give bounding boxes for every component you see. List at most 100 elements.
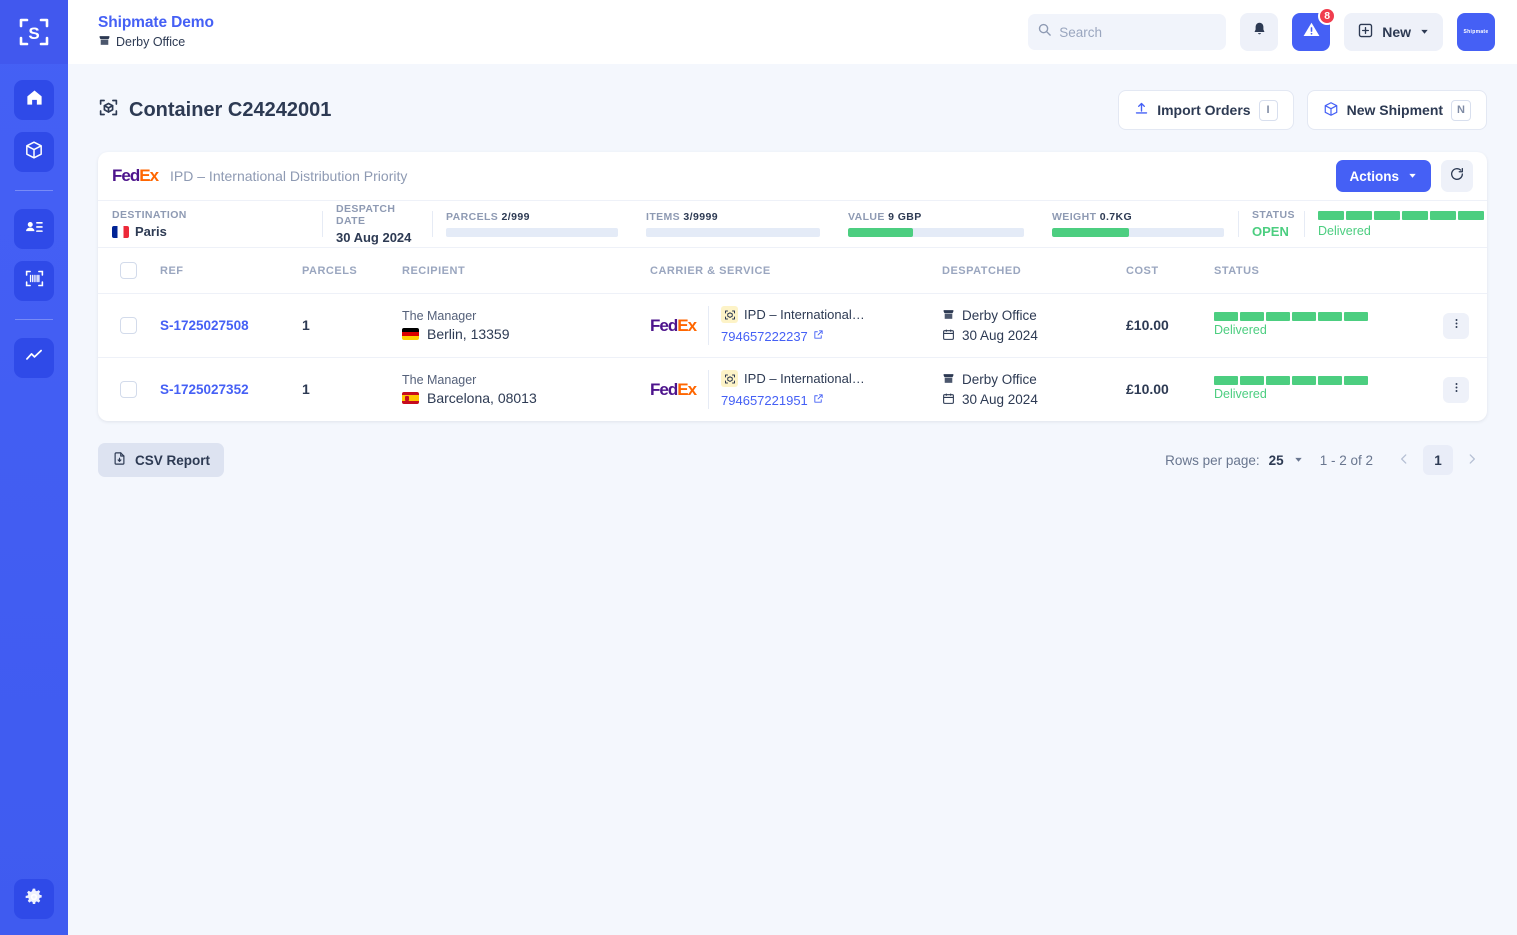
th-recipient[interactable]: Recipient (402, 248, 650, 294)
org-name[interactable]: Shipmate Demo (98, 14, 214, 32)
row-checkbox[interactable] (120, 317, 137, 334)
row-parcels-cell: 1 (302, 293, 402, 358)
sidebar-item-contacts[interactable] (14, 209, 54, 249)
search-icon (1037, 22, 1052, 42)
external-link-icon[interactable] (813, 327, 824, 345)
alerts-button[interactable]: 8 (1292, 7, 1337, 51)
flag-es-icon (402, 392, 419, 404)
row-tracking-link[interactable]: 794657221951 (721, 393, 808, 408)
import-orders-button[interactable]: Import Orders I (1118, 90, 1294, 130)
new-button-label: New (1382, 24, 1411, 40)
row-menu-button[interactable] (1443, 376, 1469, 403)
stat-value-bar (848, 228, 1024, 237)
sidebar-item-home[interactable] (14, 80, 54, 120)
stat-items-label: Items 3/9999 (646, 211, 820, 223)
actions-button[interactable]: Actions (1336, 160, 1431, 192)
shipments-table: Ref Parcels Recipient Carrier & Service … (98, 248, 1487, 421)
store-icon (942, 308, 955, 324)
card-header-actions: Actions (1336, 160, 1473, 192)
row-carrier-cell: FedEx IPD – International… (650, 357, 942, 421)
stat-weight-value: 0.7KG (1099, 211, 1133, 223)
row-despatch-date-line: 30 Aug 2024 (942, 328, 1126, 344)
analytics-icon (24, 346, 44, 371)
shipmate-scan-logo[interactable]: S (0, 0, 68, 64)
chevron-down-icon (1407, 169, 1418, 184)
carrier-divider (708, 306, 710, 345)
sidebar-settings[interactable] (14, 879, 54, 919)
gear-icon (24, 887, 44, 912)
sidebar-nav (14, 80, 54, 378)
table-row[interactable]: S-1725027508 1 The Manager Berlin, 13359 (98, 293, 1487, 358)
row-recipient-cell: The Manager Berlin, 13359 (402, 293, 650, 358)
row-cost-value: £10.00 (1126, 380, 1169, 397)
content-area: Container C24242001 Import Orders I New … (68, 64, 1517, 935)
card-progress-segments (1318, 210, 1487, 220)
card-service-name: IPD – International Distribution Priorit… (170, 168, 408, 184)
row-recipient-cell: The Manager Barcelona, 08013 (402, 357, 650, 421)
settings-button[interactable] (14, 879, 54, 919)
th-cost[interactable]: Cost (1126, 248, 1214, 294)
sidebar-item-scan[interactable] (14, 261, 54, 301)
file-download-icon (112, 451, 127, 469)
plus-square-icon (1357, 22, 1374, 42)
th-ref[interactable]: Ref (160, 248, 302, 294)
select-all-checkbox[interactable] (120, 262, 137, 279)
row-parcels-cell: 1 (302, 357, 402, 421)
calendar-icon (942, 392, 955, 408)
row-carrier-wrap: FedEx IPD – International… (650, 370, 942, 409)
refresh-button[interactable] (1441, 160, 1473, 192)
row-service-name: IPD – International… (744, 307, 865, 322)
table-row[interactable]: S-1725027352 1 The Manager Barcelona, 08… (98, 357, 1487, 421)
row-menu-button[interactable] (1443, 312, 1469, 339)
sidebar-item-shipments[interactable] (14, 132, 54, 172)
flag-fr-icon (112, 225, 129, 238)
row-carrier-wrap: FedEx IPD – International… (650, 306, 942, 345)
csv-report-label: CSV Report (135, 452, 211, 468)
chevron-right-icon (1465, 452, 1479, 469)
pagination: Rows per page: 25 1 - 2 of 2 1 (1165, 445, 1487, 475)
carrier-divider (708, 370, 710, 409)
row-despatch-office: Derby Office (962, 372, 1037, 387)
th-parcels[interactable]: Parcels (302, 248, 402, 294)
th-despatched[interactable]: Despatched (942, 248, 1126, 294)
row-progress: Delivered (1214, 376, 1368, 403)
row-checkbox[interactable] (120, 381, 137, 398)
th-carrier[interactable]: Carrier & Service (650, 248, 942, 294)
import-orders-shortcut: I (1258, 99, 1278, 121)
stat-value-label-text: Value (848, 211, 885, 223)
stat-items-label-text: Items (646, 211, 681, 223)
csv-report-button[interactable]: CSV Report (98, 443, 225, 477)
new-shipment-shortcut: N (1451, 99, 1471, 121)
avatar[interactable]: Shipmate (1457, 13, 1495, 51)
external-link-icon[interactable] (813, 391, 824, 409)
stat-despatch-date-label: Despatch Date (336, 203, 396, 227)
row-service-block: IPD – International… 794657221951 (721, 370, 865, 409)
prev-page-button[interactable] (1389, 445, 1419, 475)
row-status-cell: Delivered (1214, 293, 1487, 358)
row-ref-link[interactable]: S-1725027352 (160, 382, 249, 397)
row-tracking-link[interactable]: 794657222237 (721, 329, 808, 344)
row-cost-cell: £10.00 (1126, 293, 1214, 358)
upload-icon (1134, 101, 1149, 119)
search-input[interactable] (1059, 24, 1237, 40)
next-page-button[interactable] (1457, 445, 1487, 475)
stat-parcels: Parcels 2/999 (432, 201, 632, 247)
fedex-logo-fed: Fed (112, 166, 140, 185)
th-status[interactable]: Status (1214, 248, 1487, 294)
warning-triangle-icon (1302, 20, 1321, 44)
actions-label: Actions (1349, 168, 1399, 184)
sidebar-divider (15, 190, 53, 191)
row-tracking-line: 794657222237 (721, 327, 865, 345)
search-box[interactable]: / (1028, 14, 1263, 50)
notifications-button[interactable] (1240, 13, 1279, 51)
page-button-1[interactable]: 1 (1423, 445, 1453, 475)
stat-status: Status OPEN (1238, 201, 1304, 247)
new-button[interactable]: New (1344, 13, 1443, 51)
row-ref-link[interactable]: S-1725027508 (160, 318, 249, 333)
row-cost-cell: £10.00 (1126, 357, 1214, 421)
sidebar-item-reports[interactable] (14, 338, 54, 378)
row-status-wrap: Delivered (1214, 376, 1487, 403)
rows-per-page-select[interactable]: Rows per page: 25 (1165, 453, 1304, 468)
row-cost-value: £10.00 (1126, 316, 1169, 333)
new-shipment-button[interactable]: New Shipment N (1306, 90, 1487, 130)
